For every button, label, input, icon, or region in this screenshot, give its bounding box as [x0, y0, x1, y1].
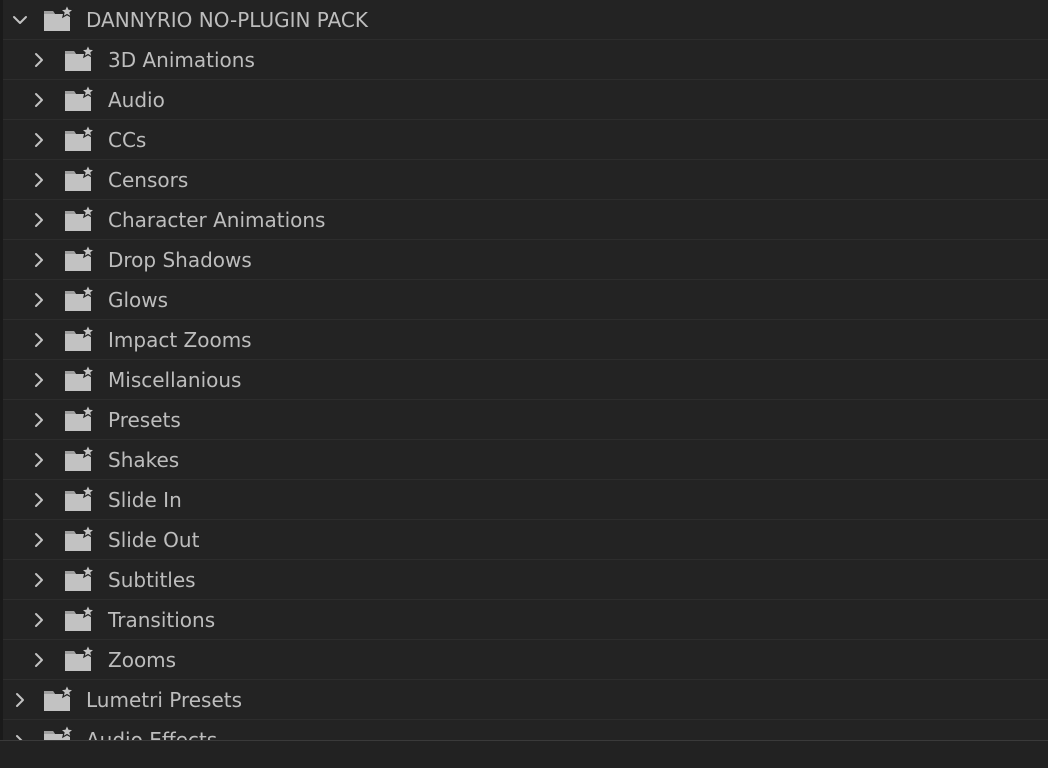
tree-item-subtitles-row[interactable]: Subtitles	[3, 560, 1048, 600]
bin-star-folder-icon	[64, 523, 96, 553]
tree-item-censors-row[interactable]: Censors	[3, 160, 1048, 200]
bin-star-folder-icon	[64, 483, 96, 513]
folder-label: Lumetri Presets	[86, 688, 243, 712]
folder-label: Subtitles	[108, 568, 196, 592]
folder-label: Slide In	[108, 488, 182, 512]
chevron-right-icon[interactable]	[29, 320, 49, 360]
tree-item-miscellanious-row[interactable]: Miscellanious	[3, 360, 1048, 400]
bin-star-folder-icon	[43, 723, 75, 740]
bin-star-folder-icon	[64, 83, 96, 113]
tree-item-ccs-row[interactable]: CCs	[3, 120, 1048, 160]
folder-label: Character Animations	[108, 208, 326, 232]
tree-item-audio-effects-row[interactable]: Audio Effects	[3, 720, 1048, 740]
tree-item-presets-row[interactable]: Presets	[3, 400, 1048, 440]
chevron-down-icon[interactable]	[10, 0, 30, 40]
chevron-right-icon[interactable]	[29, 360, 49, 400]
folder-label: 3D Animations	[108, 48, 255, 72]
bin-star-folder-icon	[64, 563, 96, 593]
folder-label: Censors	[108, 168, 189, 192]
bin-star-folder-icon	[64, 403, 96, 433]
tree-item-shakes-row[interactable]: Shakes	[3, 440, 1048, 480]
tree-item-slide-in-row[interactable]: Slide In	[3, 480, 1048, 520]
tree-item-lumetri-presets-row[interactable]: Lumetri Presets	[3, 680, 1048, 720]
bin-star-folder-icon	[64, 323, 96, 353]
folder-label: DANNYRIO NO-PLUGIN PACK	[86, 8, 368, 32]
bin-star-folder-icon	[43, 3, 75, 33]
bin-star-folder-icon	[64, 43, 96, 73]
chevron-right-icon[interactable]	[29, 440, 49, 480]
folder-label: Drop Shadows	[108, 248, 252, 272]
chevron-right-icon[interactable]	[29, 480, 49, 520]
panel-footer	[0, 740, 1048, 768]
tree-item-3d-animations-row[interactable]: 3D Animations	[3, 40, 1048, 80]
chevron-right-icon[interactable]	[29, 80, 49, 120]
chevron-right-icon[interactable]	[29, 240, 49, 280]
chevron-right-icon[interactable]	[29, 160, 49, 200]
chevron-right-icon[interactable]	[10, 680, 30, 720]
chevron-right-icon[interactable]	[10, 720, 30, 740]
bin-star-folder-icon	[64, 163, 96, 193]
folder-label: Audio	[108, 88, 165, 112]
tree-root-folder-row[interactable]: DANNYRIO NO-PLUGIN PACK	[3, 0, 1048, 40]
folder-label: Glows	[108, 288, 169, 312]
folder-label: Slide Out	[108, 528, 200, 552]
bin-star-folder-icon	[64, 243, 96, 273]
folder-label: Audio Effects	[86, 728, 218, 740]
bin-star-folder-icon	[64, 443, 96, 473]
folder-label: Impact Zooms	[108, 328, 252, 352]
chevron-right-icon[interactable]	[29, 600, 49, 640]
folder-label: CCs	[108, 128, 147, 152]
chevron-right-icon[interactable]	[29, 640, 49, 680]
folder-label: Transitions	[108, 608, 216, 632]
chevron-right-icon[interactable]	[29, 560, 49, 600]
chevron-right-icon[interactable]	[29, 520, 49, 560]
bin-star-folder-icon	[64, 643, 96, 673]
bin-star-folder-icon	[64, 123, 96, 153]
folder-label: Miscellanious	[108, 368, 242, 392]
bin-star-folder-icon	[64, 283, 96, 313]
effects-panel: DANNYRIO NO-PLUGIN PACK 3D Animations Audi…	[0, 0, 1048, 768]
tree-item-drop-shadows-row[interactable]: Drop Shadows	[3, 240, 1048, 280]
chevron-right-icon[interactable]	[29, 120, 49, 160]
tree-item-zooms-row[interactable]: Zooms	[3, 640, 1048, 680]
bin-star-folder-icon	[43, 683, 75, 713]
tree-item-character-animations-row[interactable]: Character Animations	[3, 200, 1048, 240]
chevron-right-icon[interactable]	[29, 280, 49, 320]
chevron-right-icon[interactable]	[29, 40, 49, 80]
folder-label: Presets	[108, 408, 181, 432]
tree-item-audio-row[interactable]: Audio	[3, 80, 1048, 120]
bin-star-folder-icon	[64, 203, 96, 233]
bin-star-folder-icon	[64, 363, 96, 393]
tree-item-impact-zooms-row[interactable]: Impact Zooms	[3, 320, 1048, 360]
folder-label: Zooms	[108, 648, 177, 672]
tree-item-slide-out-row[interactable]: Slide Out	[3, 520, 1048, 560]
tree-item-transitions-row[interactable]: Transitions	[3, 600, 1048, 640]
effects-tree[interactable]: DANNYRIO NO-PLUGIN PACK 3D Animations Audi…	[3, 0, 1048, 740]
folder-label: Shakes	[108, 448, 180, 472]
chevron-right-icon[interactable]	[29, 200, 49, 240]
tree-item-glows-row[interactable]: Glows	[3, 280, 1048, 320]
chevron-right-icon[interactable]	[29, 400, 49, 440]
bin-star-folder-icon	[64, 603, 96, 633]
